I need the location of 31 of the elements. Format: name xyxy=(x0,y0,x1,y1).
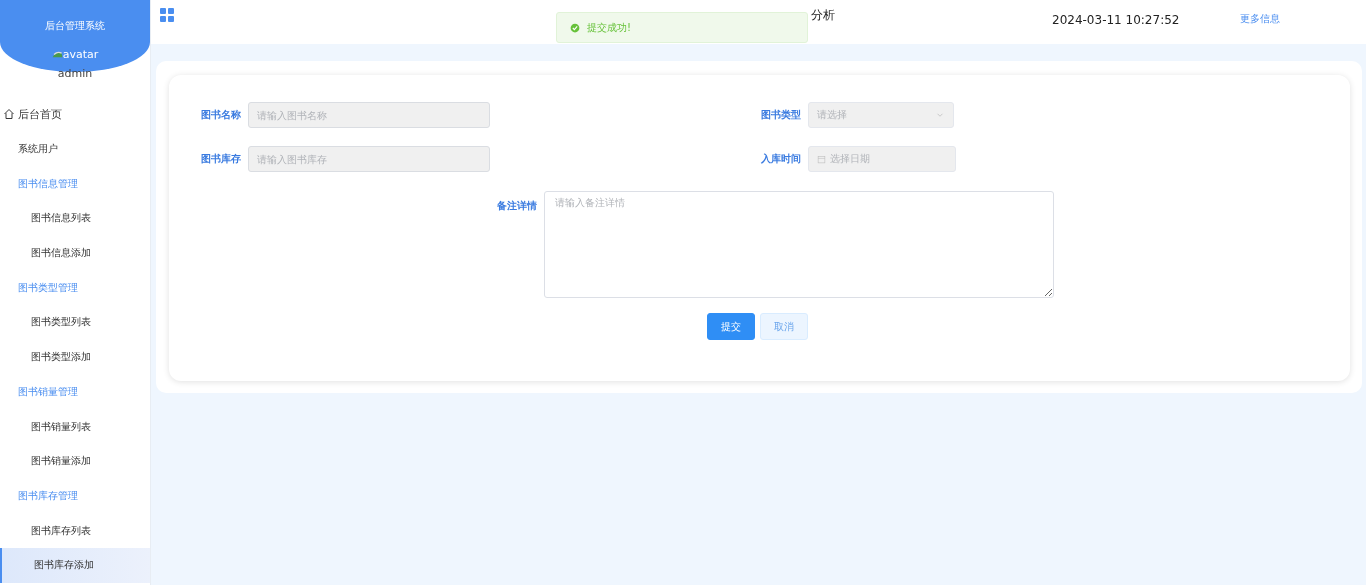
submenu-item[interactable]: 图书类型添加 xyxy=(0,339,150,375)
submenu-item[interactable]: 图书销量列表 xyxy=(0,409,150,444)
menu-group[interactable]: 图书销量管理 xyxy=(0,374,150,410)
menu-group[interactable]: 图书库存管理 xyxy=(0,478,150,514)
field-label: 图书库存 xyxy=(200,152,241,166)
toast-message: 提交成功! xyxy=(587,20,631,35)
field-label: 图书类型 xyxy=(760,108,801,122)
menu-item[interactable]: 系统用户 xyxy=(0,131,150,167)
datetime: 2024-03-11 10:27:52 xyxy=(1052,13,1180,27)
menu-group[interactable]: 图书类型管理 xyxy=(0,270,150,306)
page-title: 分析 xyxy=(811,7,835,24)
submenu-item[interactable]: 图书信息列表 xyxy=(0,201,150,236)
submenu-item[interactable]: 图书类型列表 xyxy=(0,305,150,340)
success-icon xyxy=(570,22,580,33)
home-icon xyxy=(3,108,15,121)
avatar-alt-text: avatar xyxy=(62,48,99,61)
field-label: 入库时间 xyxy=(760,152,801,166)
more-info-link[interactable]: 更多信息 xyxy=(1240,12,1281,26)
menu-group[interactable]: 图书信息管理 xyxy=(0,166,150,202)
textarea-field[interactable]: 请输入备注详情 xyxy=(544,191,1054,298)
app-title: 后台管理系统 xyxy=(45,19,105,33)
submenu-item[interactable]: 图书销量添加 xyxy=(0,443,150,479)
field-label: 备注详情 xyxy=(496,199,537,213)
calendar-icon xyxy=(817,154,826,164)
menu-item[interactable]: 后台首页 xyxy=(0,97,150,132)
grid-menu-icon[interactable] xyxy=(160,8,174,22)
submenu-item[interactable]: 图书库存添加 xyxy=(0,547,150,583)
submenu-item[interactable]: 图书库存列表 xyxy=(0,513,150,548)
submenu-item[interactable]: 图书信息添加 xyxy=(0,235,150,271)
field-label: 图书名称 xyxy=(200,108,241,122)
broken-image-icon xyxy=(51,49,63,60)
